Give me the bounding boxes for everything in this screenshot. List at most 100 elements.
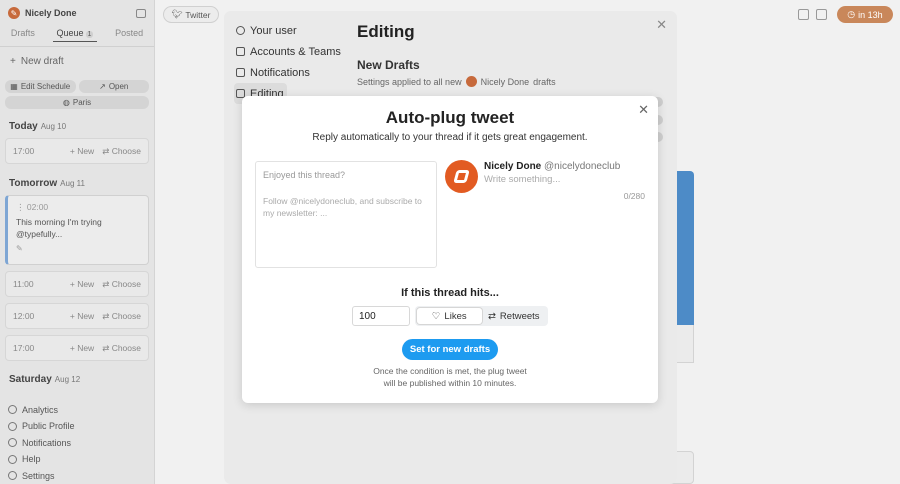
slot-new-label: New — [77, 343, 95, 353]
tab-posted[interactable]: Posted — [111, 28, 147, 42]
sidebar: ✎ Nicely Done Drafts Queue 1 Posted + New… — [0, 0, 155, 484]
gear-icon — [8, 471, 17, 481]
open-button[interactable]: ↗ Open — [78, 80, 149, 93]
notification-icon — [236, 68, 245, 77]
plus-icon: + — [10, 56, 16, 67]
slot-choose-label: Choose — [111, 145, 141, 156]
nav-notifications[interactable]: Notifications — [0, 435, 155, 452]
slot-new-label: New — [77, 146, 95, 156]
timer-label: in 13h — [858, 9, 883, 20]
slot-new-button[interactable]: + New — [70, 311, 94, 321]
nav-public-profile[interactable]: Public Profile — [0, 418, 155, 435]
nav-label: Public Profile — [22, 421, 75, 432]
nav-settings[interactable]: Settings — [0, 468, 155, 484]
pencil-icon[interactable]: ✎ — [16, 243, 140, 254]
open-label: Open — [108, 82, 129, 91]
slot-time: 11:00 — [13, 279, 34, 289]
brand-logo-icon — [453, 170, 470, 183]
author-handle: @nicelydoneclub — [544, 161, 621, 172]
slot-choose-button[interactable]: ⇄ Choose — [102, 311, 141, 322]
metric-option-retweets[interactable]: ⇄ Retweets — [482, 308, 547, 324]
draft-time-label: 02:00 — [26, 202, 49, 212]
profile-icon — [8, 421, 17, 431]
draft-time: ⋮ 02:00 — [16, 202, 49, 212]
schedule-timer-button[interactable]: ◷ in 13h — [837, 6, 893, 23]
settings-nav-notifications[interactable]: Notifications — [234, 62, 344, 83]
day-date: Aug 11 — [60, 179, 85, 188]
day-name: Saturday — [9, 374, 52, 385]
slot-time: 12:00 — [13, 311, 35, 321]
metric-label: Retweets — [499, 310, 540, 322]
condition-title: If this thread hits... — [401, 287, 499, 299]
notification-icon — [8, 438, 17, 448]
condition-note: Once the condition is met, the plug twee… — [373, 366, 527, 388]
slot-choose-button[interactable]: ⇄ Choose — [102, 146, 141, 157]
nav-label: Settings — [22, 470, 55, 481]
day-name: Tomorrow — [9, 178, 58, 189]
tweet-preview-placeholder: Write something... — [484, 174, 561, 185]
slot-choose-label: Choose — [111, 278, 141, 289]
slot-choose-button[interactable]: ⇄ Choose — [102, 343, 141, 354]
day-header-today: Today Aug 10 — [0, 121, 154, 132]
timezone-button[interactable]: ◍ Paris — [5, 96, 149, 109]
scheduled-draft-card[interactable]: ⋮ 02:00 This morning I'm trying @typeful… — [5, 195, 149, 265]
character-counter: 0/280 — [623, 191, 645, 201]
slot-choose-button[interactable]: ⇄ Choose — [102, 279, 141, 290]
tab-drafts[interactable]: Drafts — [7, 28, 39, 42]
external-link-icon: ↗ — [99, 82, 106, 91]
sidebar-tabs: Drafts Queue 1 Posted — [0, 26, 154, 47]
edit-schedule-label: Edit Schedule — [20, 82, 71, 91]
comments-icon[interactable] — [798, 9, 809, 20]
heart-icon: ♡ — [431, 310, 441, 322]
sidebar-footer: Analytics Public Profile Notifications H… — [0, 402, 155, 484]
new-draft-button[interactable]: + New draft — [0, 47, 154, 76]
draft-text: This morning I'm trying @typefully... — [16, 216, 102, 239]
settings-nav-label: Your user — [250, 24, 297, 37]
slot-time: 17:00 — [13, 343, 35, 353]
new-draft-label: New draft — [20, 56, 64, 67]
metric-label: Likes — [444, 310, 467, 322]
settings-nav-label: Notifications — [250, 66, 310, 79]
metric-option-likes[interactable]: ♡ Likes — [417, 308, 482, 324]
modal-subtitle: Reply automatically to your thread if it… — [312, 132, 588, 143]
tab-queue-label: Queue — [56, 28, 84, 38]
tab-queue[interactable]: Queue 1 — [52, 28, 98, 42]
slot-new-button[interactable]: + New — [70, 146, 94, 156]
author-line: Nicely Done @nicelydoneclub — [484, 161, 620, 172]
day-date: Aug 10 — [40, 122, 67, 131]
nav-help[interactable]: Help — [0, 451, 155, 468]
placeholder-body: Follow @nicelydoneclub, and subscribe to… — [263, 196, 422, 219]
nav-label: Analytics — [22, 404, 59, 415]
settings-nav-your-user[interactable]: Your user — [234, 20, 344, 41]
nav-analytics[interactable]: Analytics — [0, 402, 155, 419]
share-icon[interactable] — [816, 9, 827, 20]
nav-label: Notifications — [22, 437, 72, 448]
queue-count-badge: 1 — [85, 31, 94, 38]
plug-tweet-textarea[interactable]: Enjoyed this thread? Follow @nicelydonec… — [255, 161, 437, 268]
threshold-input[interactable]: 100 — [352, 306, 410, 326]
account-logo-icon: ✎ — [8, 7, 20, 19]
queue-slot[interactable]: 12:00 + New ⇄ Choose — [5, 303, 149, 329]
avatar — [445, 160, 478, 193]
slot-new-button[interactable]: + New — [70, 279, 94, 289]
slot-new-button[interactable]: + New — [70, 343, 94, 353]
author-name: Nicely Done — [484, 161, 542, 172]
sidebar-toggle-icon[interactable] — [136, 8, 146, 18]
clock-icon: ◷ — [847, 9, 856, 19]
users-icon — [236, 47, 245, 56]
queue-slot[interactable]: 11:00 + New ⇄ Choose — [5, 271, 149, 297]
section-desc-suffix: drafts — [533, 76, 556, 87]
platform-switch-button[interactable]: 🐦︎ Twitter — [163, 6, 219, 23]
queue-slot[interactable]: 17:00 + New ⇄ Choose — [5, 335, 149, 361]
day-header-tomorrow: Tomorrow Aug 11 — [0, 178, 154, 189]
section-title: New Drafts — [357, 58, 420, 72]
settings-nav-accounts[interactable]: Accounts & Teams — [234, 41, 344, 62]
edit-schedule-button[interactable]: ▦ Edit Schedule — [5, 80, 76, 93]
set-for-new-drafts-button[interactable]: Set for new drafts — [402, 339, 498, 360]
close-icon[interactable]: ✕ — [656, 17, 667, 33]
sidebar-header: ✎ Nicely Done — [0, 0, 154, 26]
section-desc-prefix: Settings applied to all new — [357, 76, 462, 87]
user-circle-icon — [236, 26, 245, 35]
platform-label: Twitter — [185, 9, 211, 20]
queue-slot[interactable]: 17:00 + New ⇄ Choose — [5, 138, 149, 164]
